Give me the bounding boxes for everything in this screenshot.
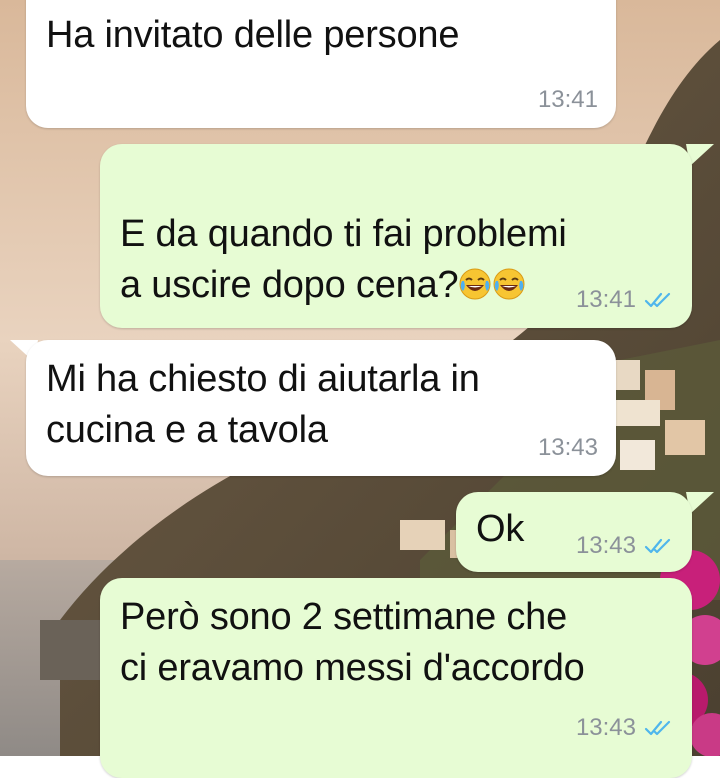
message-time: 13:41 [575,286,636,313]
face-with-tears-of-joy-emoji [459,268,491,300]
message-meta: 13:43 [576,532,674,560]
message-meta: 13:41 [538,86,598,114]
message-bubble-incoming[interactable]: Ha invitato delle persone 13:41 [26,0,616,128]
message-text: Mi ha chiesto di aiutarla in cucina e a … [46,358,480,451]
message-text: Ha invitato delle persone [46,14,460,56]
message-bubble-outgoing[interactable]: Ok 13:43 [456,492,692,572]
message-bubble-incoming[interactable]: Mi ha chiesto di aiutarla in cucina e a … [26,340,616,476]
message-meta: 13:41 [576,286,674,314]
double-check-read-icon [644,720,671,736]
face-with-tears-of-joy-emoji [493,268,525,300]
double-check-read-icon [644,292,671,308]
message-bubble-outgoing[interactable]: Però sono 2 settimane che ci eravamo mes… [100,578,692,778]
message-meta: 13:43 [576,714,674,742]
message-time: 13:43 [575,532,636,559]
message-time: 13:43 [537,434,598,461]
message-time: 13:41 [537,86,598,113]
message-bubble-outgoing[interactable]: E da quando ti fai problemi a uscire dop… [100,144,692,328]
double-check-read-icon [644,538,671,554]
message-meta: 13:43 [538,434,598,462]
message-text: Però sono 2 settimane che ci eravamo mes… [120,596,585,689]
message-time: 13:43 [575,714,636,741]
